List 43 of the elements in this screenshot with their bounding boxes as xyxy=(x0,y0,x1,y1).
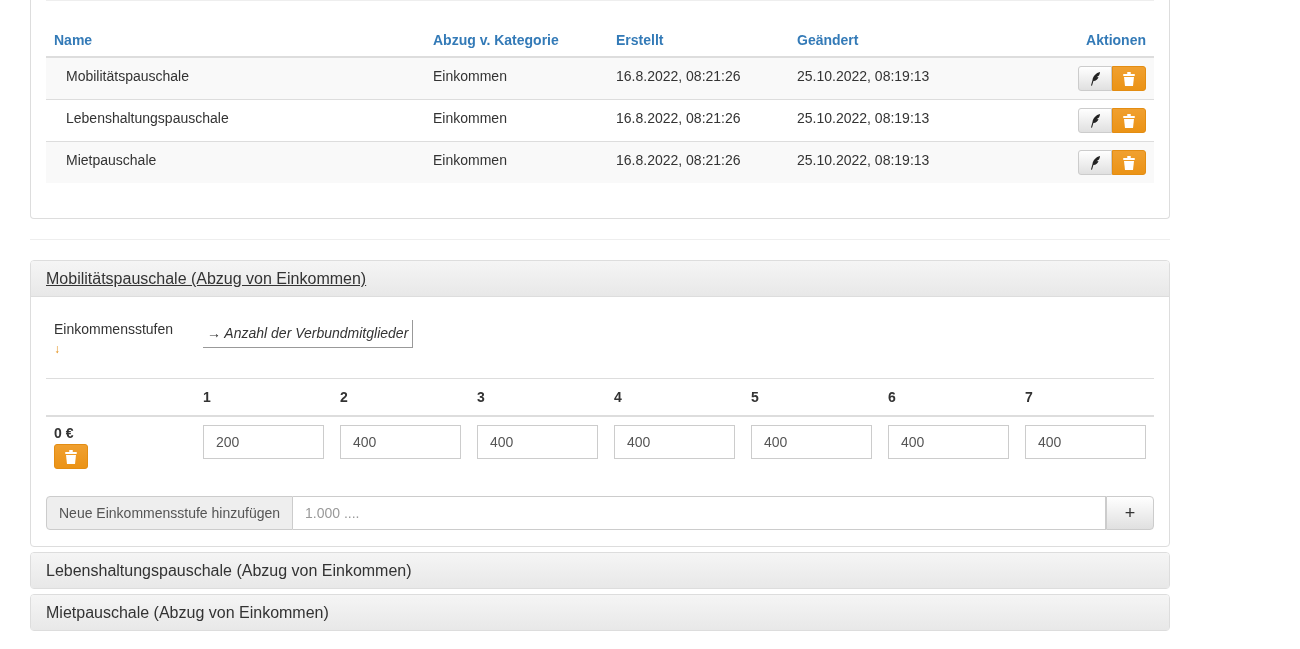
trash-icon xyxy=(1123,155,1135,170)
section-header[interactable]: Lebenshaltungspauschale (Abzug von Einkommen) xyxy=(31,553,1169,588)
table-cell: Einkommen xyxy=(425,57,608,100)
section-header[interactable]: Mobilitätspauschale (Abzug von Einkommen) xyxy=(31,261,1169,297)
member-count-header: 5 xyxy=(743,378,880,416)
table-cell: 16.8.2022, 08:21:26 xyxy=(608,57,789,100)
amount-input[interactable]: 200 xyxy=(203,425,324,459)
amount-input[interactable]: 400 xyxy=(888,425,1009,459)
trash-icon xyxy=(1123,71,1135,86)
amount-input[interactable]: 400 xyxy=(340,425,461,459)
trash-icon xyxy=(1123,113,1135,128)
member-count-header: 2 xyxy=(332,378,469,416)
edit-button[interactable] xyxy=(1078,108,1112,133)
table-cell: 25.10.2022, 08:19:13 xyxy=(789,57,1023,100)
amount-input[interactable]: 400 xyxy=(1025,425,1146,459)
feather-icon xyxy=(1089,71,1101,86)
member-count-header: 3 xyxy=(469,378,606,416)
edit-button[interactable] xyxy=(1078,66,1112,91)
income-tier-input[interactable]: 1.000 .... xyxy=(293,496,1106,530)
add-button[interactable]: + xyxy=(1106,496,1154,530)
table-cell: Mobilitätspauschale xyxy=(46,57,425,100)
amount-input[interactable]: 400 xyxy=(614,425,735,459)
member-count-header: 4 xyxy=(606,378,743,416)
feather-icon xyxy=(1089,155,1101,170)
table-cell: Einkommen xyxy=(425,141,608,183)
edit-button[interactable] xyxy=(1078,150,1112,175)
add-tier-label: Neue Einkommensstufe hinzufügen xyxy=(46,496,294,530)
member-count-header: 6 xyxy=(880,378,1017,416)
amount-input[interactable]: 400 xyxy=(751,425,872,459)
income-tier-label: 0 € xyxy=(54,425,75,441)
feather-icon xyxy=(1089,113,1101,128)
table-cell: 16.8.2022, 08:21:26 xyxy=(608,141,789,183)
down-arrow: ↓ xyxy=(54,341,61,358)
table-cell: 25.10.2022, 08:19:13 xyxy=(789,141,1023,183)
delete-button[interactable] xyxy=(54,444,88,469)
trash-icon xyxy=(65,449,77,464)
row-axis-label: Einkommensstufen xyxy=(54,321,174,337)
column-axis-label: → Anzahl der Verbundmitglieder xyxy=(203,320,414,348)
amount-input[interactable]: 400 xyxy=(477,425,598,459)
member-count-header: 1 xyxy=(195,378,332,416)
section-header[interactable]: Mietpauschale (Abzug von Einkommen) xyxy=(31,595,1169,630)
table-cell: Mietpauschale xyxy=(46,141,425,183)
member-count-header: 7 xyxy=(1017,378,1154,416)
